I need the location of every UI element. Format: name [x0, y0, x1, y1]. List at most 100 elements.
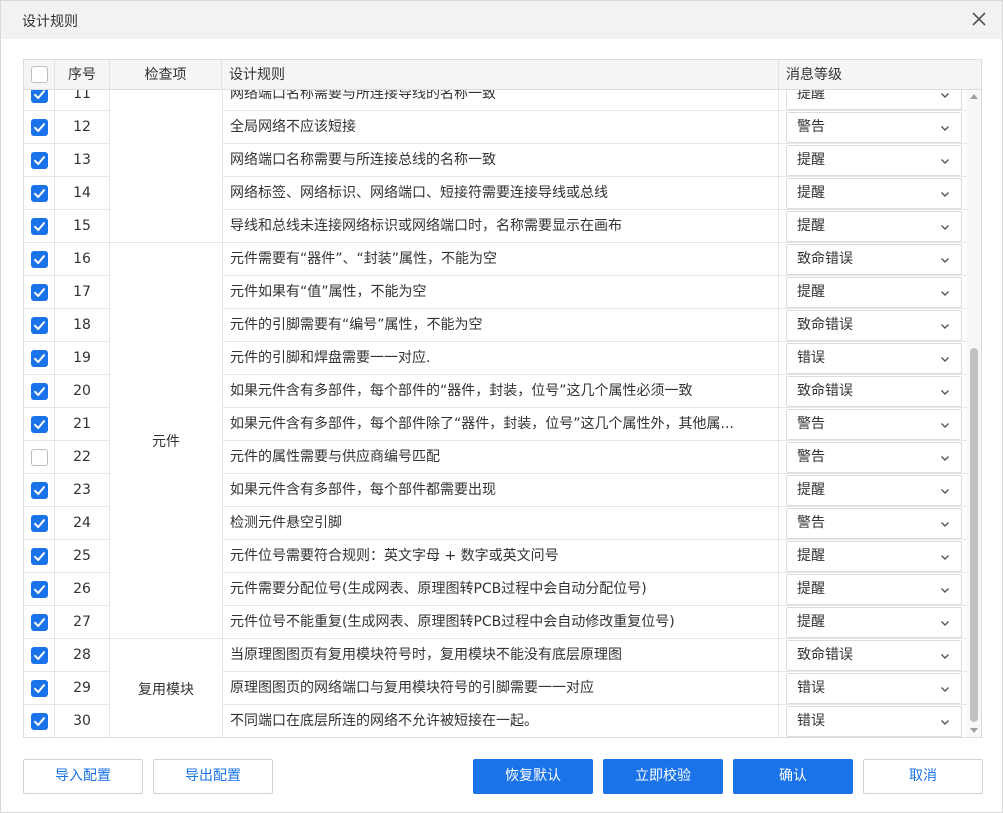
- message-level-select[interactable]: 提醒: [786, 145, 962, 176]
- rule-description: 元件位号不能重复(生成网表、原理图转PCB过程中会自动修改重复位号): [222, 606, 779, 638]
- rule-enabled-checkbox[interactable]: [31, 548, 48, 565]
- chevron-down-icon: [941, 489, 949, 494]
- rule-enabled-checkbox[interactable]: [31, 647, 48, 664]
- chevron-down-icon: [941, 357, 949, 362]
- level-cell: 提醒: [786, 178, 962, 209]
- rule-enabled-checkbox[interactable]: [31, 680, 48, 697]
- level-cell: 警告: [786, 508, 962, 539]
- message-level-value: 提醒: [797, 614, 825, 630]
- level-cell: 致命错误: [786, 310, 962, 341]
- close-icon[interactable]: [970, 10, 988, 28]
- level-cell: 致命错误: [786, 244, 962, 275]
- message-level-select[interactable]: 警告: [786, 112, 962, 143]
- rule-enabled-checkbox[interactable]: [31, 119, 48, 136]
- level-cell: 提醒: [786, 475, 962, 506]
- chevron-down-icon: [941, 621, 949, 626]
- message-level-select[interactable]: 提醒: [786, 211, 962, 242]
- rule-enabled-checkbox[interactable]: [31, 350, 48, 367]
- select-all-checkbox[interactable]: [31, 66, 48, 83]
- message-level-select[interactable]: 提醒: [786, 475, 962, 506]
- rule-enabled-checkbox[interactable]: [31, 218, 48, 235]
- restore-default-button[interactable]: 恢复默认: [473, 759, 593, 794]
- header-rule: 设计规则: [222, 60, 779, 90]
- rule-description: 检测元件悬空引脚: [222, 507, 779, 539]
- message-level-value: 致命错误: [797, 383, 853, 399]
- rule-enabled-checkbox[interactable]: [31, 185, 48, 202]
- rule-enabled-checkbox[interactable]: [31, 152, 48, 169]
- message-level-value: 提醒: [797, 218, 825, 234]
- cancel-button[interactable]: 取消: [863, 759, 983, 794]
- message-level-select[interactable]: 错误: [786, 343, 962, 374]
- message-level-select[interactable]: 致命错误: [786, 376, 962, 407]
- message-level-select[interactable]: 提醒: [786, 541, 962, 572]
- message-level-value: 提醒: [797, 152, 825, 168]
- rule-enabled-checkbox[interactable]: [31, 713, 48, 730]
- rule-description: 网络端口名称需要与所连接总线的名称一致: [222, 144, 779, 176]
- rule-enabled-checkbox[interactable]: [31, 383, 48, 400]
- message-level-value: 警告: [797, 119, 825, 135]
- rule-number: 16: [55, 243, 110, 275]
- scroll-down-icon[interactable]: [970, 728, 978, 734]
- table-header: 序号 检查项 设计规则 消息等级: [24, 60, 981, 90]
- export-config-button[interactable]: 导出配置: [153, 759, 273, 794]
- check-now-button[interactable]: 立即校验: [603, 759, 723, 794]
- rule-number: 19: [55, 342, 110, 374]
- rule-number: 14: [55, 177, 110, 209]
- message-level-select[interactable]: 致命错误: [786, 244, 962, 275]
- import-config-button[interactable]: 导入配置: [23, 759, 143, 794]
- chevron-down-icon: [941, 588, 949, 593]
- chevron-down-icon: [941, 291, 949, 296]
- rule-enabled-checkbox[interactable]: [31, 284, 48, 301]
- chevron-down-icon: [941, 390, 949, 395]
- message-level-select[interactable]: 致命错误: [786, 640, 962, 671]
- message-level-select[interactable]: 警告: [786, 508, 962, 539]
- rule-enabled-checkbox[interactable]: [31, 416, 48, 433]
- vertical-scrollbar[interactable]: [967, 90, 981, 737]
- rule-description: 元件如果有“值”属性，不能为空: [222, 276, 779, 308]
- dialog-title: 设计规则: [22, 14, 78, 30]
- message-level-select[interactable]: 提醒: [786, 277, 962, 308]
- rule-enabled-checkbox[interactable]: [31, 614, 48, 631]
- row-checkbox-cell: [24, 342, 55, 374]
- message-level-value: 提醒: [797, 482, 825, 498]
- message-level-select[interactable]: 错误: [786, 706, 962, 737]
- message-level-select[interactable]: 致命错误: [786, 310, 962, 341]
- message-level-select[interactable]: 警告: [786, 442, 962, 473]
- message-level-select[interactable]: 提醒: [786, 90, 962, 110]
- message-level-value: 警告: [797, 449, 825, 465]
- chevron-down-icon: [941, 720, 949, 725]
- rule-enabled-checkbox[interactable]: [31, 581, 48, 598]
- row-checkbox-cell: [24, 309, 55, 341]
- message-level-select[interactable]: 警告: [786, 409, 962, 440]
- chevron-down-icon: [941, 93, 949, 98]
- message-level-select[interactable]: 提醒: [786, 178, 962, 209]
- rule-number: 30: [55, 705, 110, 737]
- group-cell-component: 元件: [110, 243, 222, 639]
- level-cell: 提醒: [786, 277, 962, 308]
- rule-enabled-checkbox[interactable]: [31, 515, 48, 532]
- rule-enabled-checkbox[interactable]: [31, 449, 48, 466]
- design-rules-dialog: 设计规则 序号 检查项 设计规则 消息等级 30 不同端口在底层所连的网络不允许被…: [0, 0, 1003, 813]
- message-level-select[interactable]: 提醒: [786, 574, 962, 605]
- row-checkbox-cell: [24, 177, 55, 209]
- confirm-button[interactable]: 确认: [733, 759, 853, 794]
- rule-enabled-checkbox[interactable]: [31, 251, 48, 268]
- chevron-down-icon: [941, 192, 949, 197]
- rule-enabled-checkbox[interactable]: [31, 90, 48, 103]
- rule-enabled-checkbox[interactable]: [31, 317, 48, 334]
- rule-enabled-checkbox[interactable]: [31, 482, 48, 499]
- row-checkbox-cell: [24, 210, 55, 242]
- group-cell-network: [110, 90, 222, 243]
- rule-number: 17: [55, 276, 110, 308]
- header-no: 序号: [55, 60, 110, 90]
- rule-description: 元件的属性需要与供应商编号匹配: [222, 441, 779, 473]
- rule-number: 18: [55, 309, 110, 341]
- level-cell: 提醒: [786, 607, 962, 638]
- table-body[interactable]: 30 不同端口在底层所连的网络不允许被短接在一起。 错误 29 原理图图页的网络端口与复…: [24, 90, 967, 737]
- message-level-select[interactable]: 错误: [786, 673, 962, 704]
- rule-description: 不同端口在底层所连的网络不允许被短接在一起。: [222, 705, 779, 737]
- chevron-down-icon: [941, 159, 949, 164]
- scrollbar-thumb[interactable]: [970, 348, 978, 722]
- message-level-select[interactable]: 提醒: [786, 607, 962, 638]
- scroll-up-icon[interactable]: [970, 93, 978, 99]
